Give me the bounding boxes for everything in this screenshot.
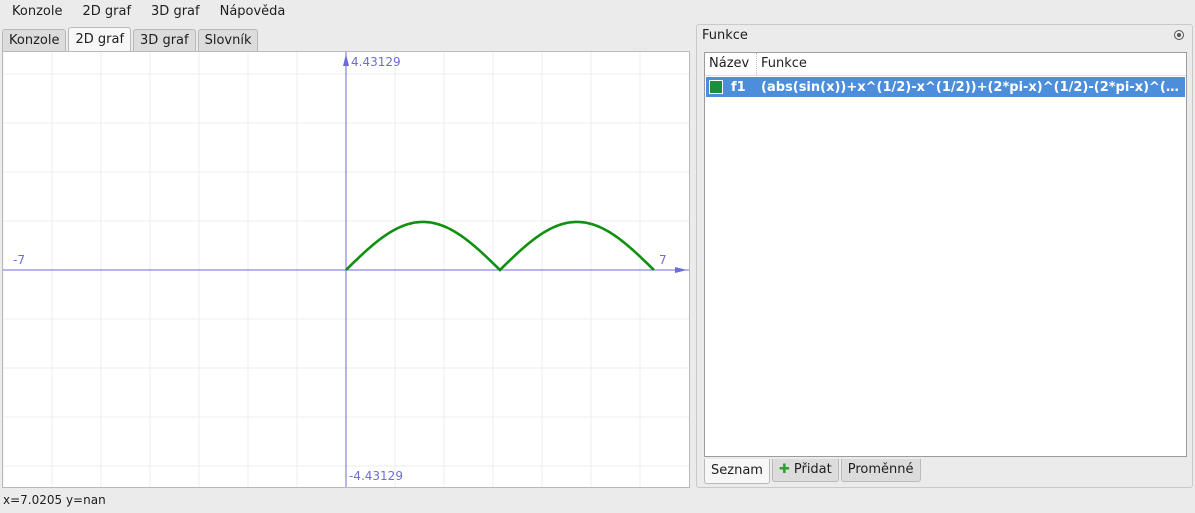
function-list[interactable]: Název Funkce f1 (abs(sin(x))+x^(1/2)-x^(…	[704, 52, 1187, 457]
status-bar: x=7.0205 y=nan	[3, 493, 106, 507]
function-expression: (abs(sin(x))+x^(1/2)-x^(1/2))+(2*pi-x)^(…	[761, 79, 1181, 95]
dock-title: Funkce	[702, 28, 748, 43]
function-curve	[345, 220, 655, 272]
column-nazev[interactable]: Název	[705, 53, 757, 75]
tab-konzole[interactable]: Konzole	[2, 29, 67, 52]
function-row[interactable]: f1 (abs(sin(x))+x^(1/2)-x^(1/2))+(2*pi-x…	[706, 77, 1185, 97]
y-axis-arrow	[343, 54, 349, 66]
x-axis-arrow	[675, 267, 687, 273]
column-funkce[interactable]: Funkce	[757, 53, 1186, 75]
menu-napoveda[interactable]: Nápověda	[212, 0, 294, 24]
functions-dock: Funkce Název Funkce f1 (abs(sin(x))+x^(1…	[696, 24, 1193, 488]
dock-close-icon[interactable]	[1174, 30, 1184, 40]
function-name: f1	[731, 79, 746, 95]
list-header: Název Funkce	[705, 53, 1186, 76]
main-tabs: Konzole 2D graf 3D graf Slovník	[2, 27, 260, 52]
tab-slovnik[interactable]: Slovník	[197, 29, 259, 52]
menu-konzole[interactable]: Konzole	[4, 0, 70, 24]
tab-pridat-label: Přidat	[793, 462, 832, 477]
tab-2d-graf[interactable]: 2D graf	[68, 27, 132, 52]
dock-tabs: Seznam ✚ Přidat Proměnné	[704, 459, 923, 484]
plot-canvas[interactable]	[3, 52, 689, 487]
tab-3d-graf[interactable]: 3D graf	[133, 29, 196, 52]
y-min-label: -4.43129	[349, 469, 403, 483]
menu-3d-graf[interactable]: 3D graf	[143, 0, 208, 24]
color-swatch	[709, 80, 723, 94]
x-min-label: -7	[13, 253, 25, 267]
tab-seznam[interactable]: Seznam	[704, 459, 770, 484]
graph-view[interactable]: -7 7 4.43129 -4.43129	[2, 51, 690, 488]
tab-promenne[interactable]: Proměnné	[840, 459, 921, 482]
add-icon: ✚	[778, 462, 790, 477]
menu-2d-graf[interactable]: 2D graf	[74, 0, 139, 24]
menu-bar: Konzole 2D graf 3D graf Nápověda	[0, 0, 1195, 24]
y-max-label: 4.43129	[351, 55, 401, 69]
x-max-label: 7	[659, 253, 667, 267]
tab-pridat[interactable]: ✚ Přidat	[771, 459, 839, 482]
